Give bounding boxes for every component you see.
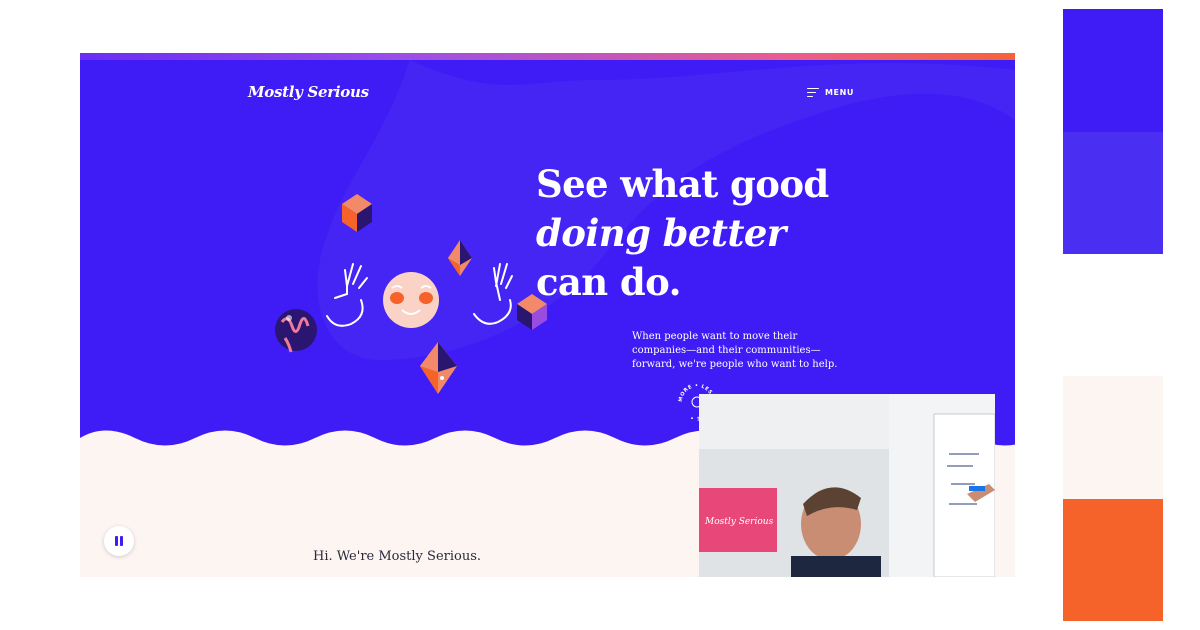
palette-swatch-blue [1063, 9, 1163, 132]
smiley-face-icon [383, 272, 439, 328]
headline-line-2: doing better [536, 211, 786, 255]
pause-icon-bar [115, 536, 118, 546]
striped-ball-icon [275, 309, 317, 353]
cube-left-icon [342, 194, 372, 232]
pause-button[interactable] [104, 526, 134, 556]
left-hand-icon [326, 263, 368, 327]
headline-line-1: See what good [536, 162, 829, 206]
intro-greeting: Hi. We're Mostly Serious. [313, 549, 482, 564]
pause-icon-bar [120, 536, 123, 546]
photo-scene: Mostly Serious [699, 394, 995, 577]
palette-swatch-cream [1063, 376, 1163, 499]
top-gradient-bar [80, 53, 1015, 60]
diamond-top-icon [448, 240, 472, 276]
tv-screen-text: Mostly Serious [704, 517, 774, 527]
palette-swatch-orange [1063, 499, 1163, 621]
hero-headline: See what good doing better can do. [536, 160, 829, 307]
headline-line-3: can do. [536, 260, 681, 304]
diamond-bottom-icon [420, 342, 457, 394]
right-hand-icon [473, 263, 513, 325]
team-photo: Mostly Serious [699, 394, 995, 577]
palette-swatch-blue-light [1063, 132, 1163, 254]
hero-subtext: When people want to move their companies… [632, 331, 838, 370]
website-screenshot: Mostly Serious MENU See what good doing … [80, 53, 1015, 577]
